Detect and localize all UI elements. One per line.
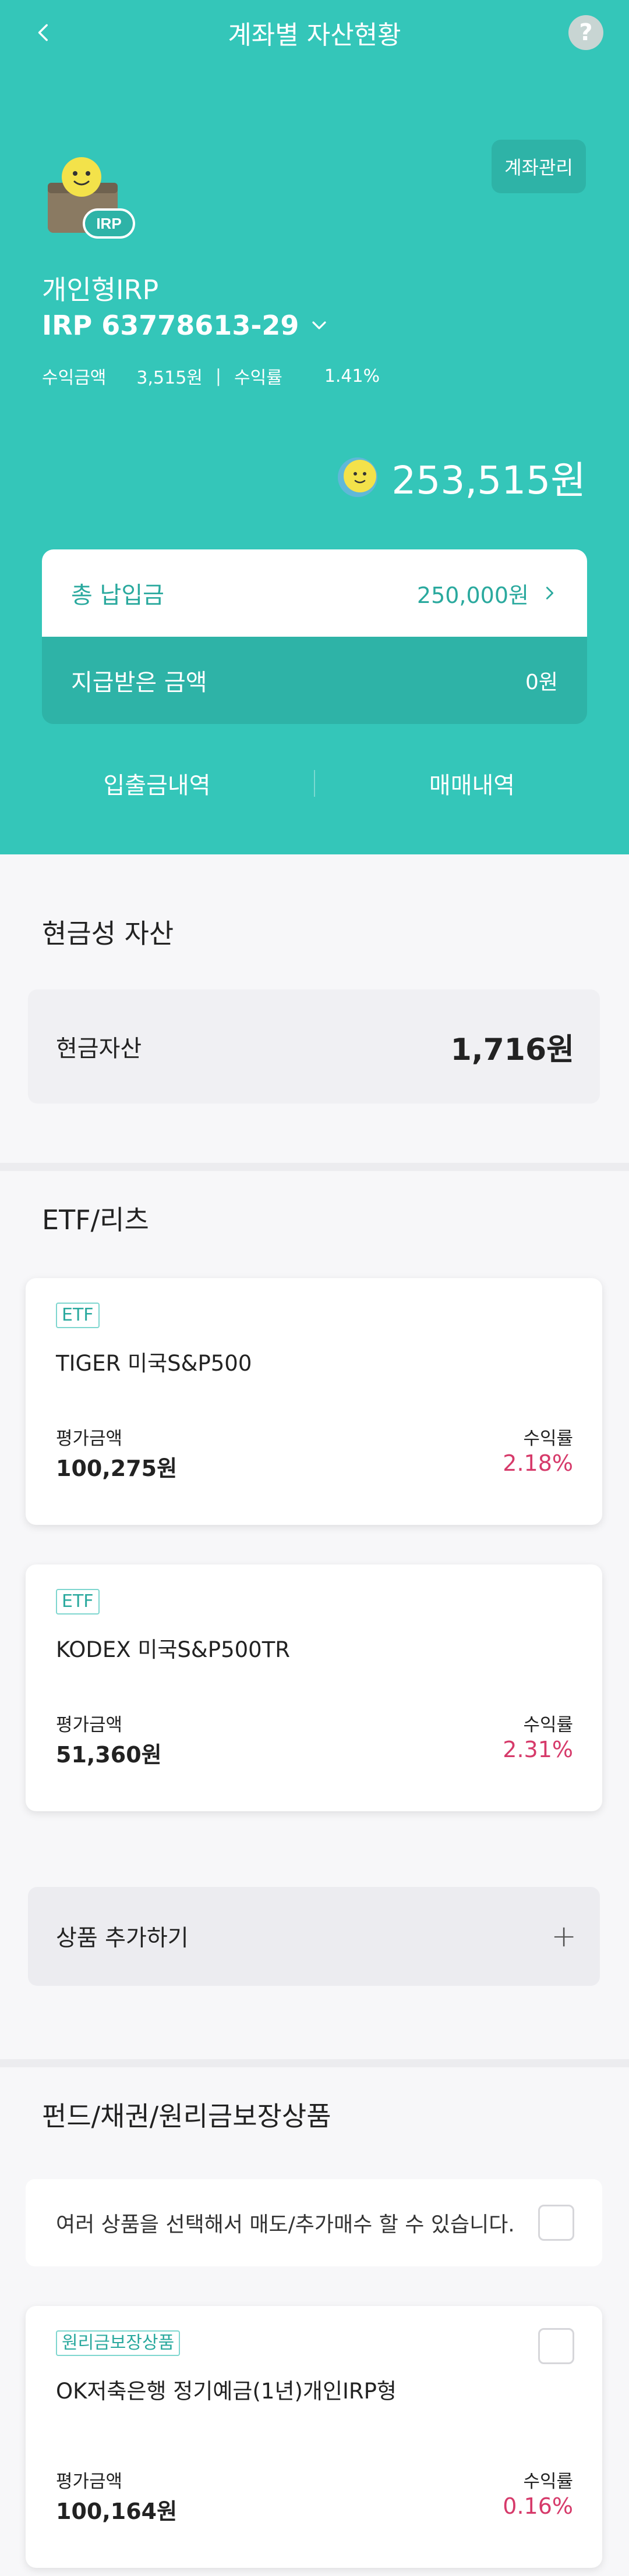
rate-value: 2.31%	[503, 1737, 573, 1762]
rate-value: 1.41%	[324, 366, 380, 386]
product-badge: ETF	[56, 1303, 100, 1328]
product-card[interactable]: ETF TIGER 미국S&P500 평가금액 100,275원 수익률 2.1…	[26, 1278, 602, 1525]
top-bar: 계좌별 자산현황 ?	[0, 0, 629, 64]
rate-label: 수익률	[234, 368, 282, 388]
rate-label: 수익률	[523, 1428, 573, 1449]
rate-value: 2.18%	[503, 1450, 573, 1476]
product-badge: ETF	[56, 1589, 100, 1615]
eval-label: 평가금액	[56, 2471, 123, 2492]
eval-label: 평가금액	[56, 1428, 123, 1449]
account-manage-button[interactable]: 계좌관리	[492, 140, 586, 193]
received-value: 0원	[525, 670, 558, 694]
select-all-checkbox[interactable]	[538, 2205, 574, 2241]
cash-asset-value: 1,716원	[450, 1032, 574, 1067]
trade-history-link[interactable]: 매매내역	[315, 767, 629, 800]
multi-select-row: 여러 상품을 선택해서 매도/추가매수 할 수 있습니다.	[26, 2179, 602, 2266]
add-product-label: 상품 추가하기	[56, 1925, 189, 1951]
account-number: IRP 63778613-29	[42, 310, 299, 341]
account-summary-header: 계좌별 자산현황 ? IRP 계좌관리 개인형IRP IRP 63778613-…	[0, 0, 629, 854]
chevron-down-icon	[312, 321, 327, 329]
chevron-right-icon	[546, 587, 554, 599]
received-label: 지급받은 금액	[71, 669, 207, 696]
received-row: 지급받은 금액 0원	[42, 637, 587, 724]
plus-icon: +	[551, 1919, 577, 1954]
cash-section-title: 현금성 자산	[42, 918, 174, 949]
cash-asset-label: 현금자산	[56, 1035, 142, 1062]
profit-value: 3,515원	[136, 368, 203, 388]
rate-value: 0.16%	[503, 2493, 573, 2519]
account-type: 개인형IRP	[42, 274, 159, 306]
eval-value: 100,164원	[56, 2499, 178, 2524]
multi-select-hint: 여러 상품을 선택해서 매도/추가매수 할 수 있습니다.	[56, 2213, 515, 2237]
profit-label: 수익금액	[42, 368, 107, 388]
svg-text:IRP: IRP	[96, 215, 121, 232]
section-divider	[0, 2059, 629, 2067]
total-amount: 253,515원	[391, 458, 586, 503]
history-links: 입출금내역 매매내역	[0, 757, 629, 810]
product-card[interactable]: ETF KODEX 미국S&P500TR 평가금액 51,360원 수익률 2.…	[26, 1564, 602, 1811]
wallet-icon: IRP	[48, 157, 135, 239]
product-name: KODEX 미국S&P500TR	[56, 1637, 291, 1662]
total-paid-value: 250,000원	[416, 582, 529, 608]
eval-value: 51,360원	[56, 1742, 162, 1768]
product-name: TIGER 미국S&P500	[56, 1351, 252, 1376]
product-checkbox[interactable]	[538, 2328, 574, 2364]
add-product-button[interactable]: 상품 추가하기 +	[28, 1887, 600, 1986]
rate-label: 수익률	[523, 1715, 573, 1736]
total-paid-label: 총 납입금	[71, 582, 164, 609]
page-title: 계좌별 자산현황	[228, 20, 401, 50]
product-card[interactable]: 원리금보장상품 OK저축은행 정기예금(1년)개인IRP형 평가금액 100,1…	[26, 2306, 602, 2568]
total-paid-row[interactable]: 총 납입금 250,000원	[42, 549, 587, 637]
account-selector[interactable]: IRP 63778613-29	[42, 310, 328, 341]
cash-asset-row: 현금자산 1,716원	[28, 989, 600, 1104]
eval-value: 100,275원	[56, 1456, 178, 1481]
fund-section-title: 펀드/채권/원리금보장상품	[42, 2100, 331, 2132]
etf-section-title: ETF/리츠	[42, 1204, 149, 1236]
rate-label: 수익률	[523, 2471, 573, 2492]
deposit-history-link[interactable]: 입출금내역	[0, 767, 314, 800]
payment-summary-card: 총 납입금 250,000원 지급받은 금액 0원	[42, 549, 587, 724]
help-icon[interactable]: ?	[568, 15, 603, 50]
section-divider	[0, 1163, 629, 1171]
total-asset: 253,515원	[337, 449, 586, 505]
summary-separator: |	[215, 366, 221, 386]
coin-icon	[338, 457, 378, 497]
profit-summary: 수익금액 3,515원 | 수익률 1.41%	[42, 363, 380, 389]
product-badge: 원리금보장상품	[56, 2330, 181, 2356]
product-name: OK저축은행 정기예금(1년)개인IRP형	[56, 2379, 397, 2404]
eval-label: 평가금액	[56, 1715, 123, 1736]
